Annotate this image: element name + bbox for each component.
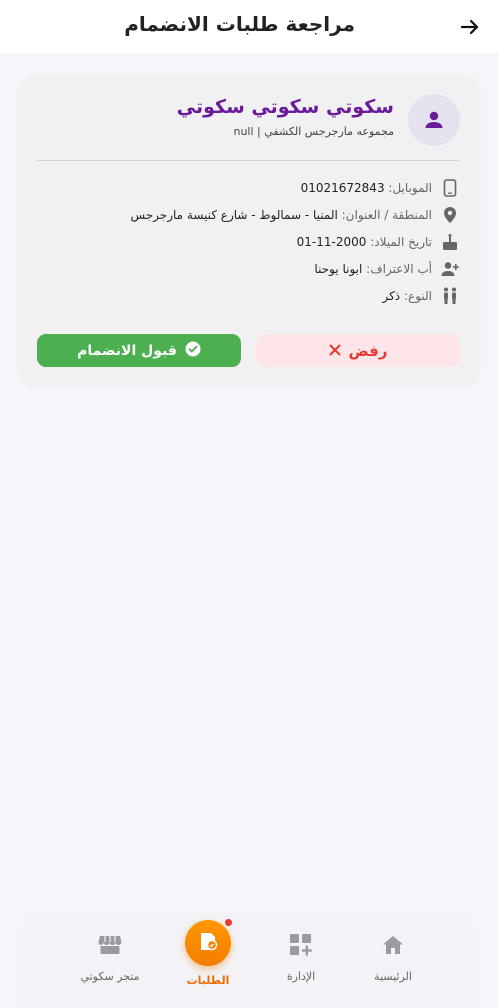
field-label: النوع: xyxy=(403,289,432,303)
phone-icon xyxy=(440,178,460,198)
nav-item-requests[interactable]: الطلبات xyxy=(163,912,253,1002)
field-confession-father: أب الاعتراف: ابونا يوحنا xyxy=(100,258,460,280)
field-value: 01021672843 xyxy=(300,181,385,195)
home-icon xyxy=(380,932,406,958)
requests-fab xyxy=(185,919,232,966)
close-icon xyxy=(329,342,341,360)
field-value: ذكر xyxy=(382,289,401,303)
nav-label: الإدارة xyxy=(286,970,316,983)
divider xyxy=(37,160,459,161)
field-gender: النوع: ذكر xyxy=(100,285,460,307)
field-birthdate: تاريخ الميلاد: 2000-11-01 xyxy=(100,231,460,253)
field-mobile: الموبايل: 01021672843 xyxy=(100,177,460,199)
reject-button[interactable]: رفض xyxy=(256,334,460,367)
nav-item-home[interactable]: الرئيسية xyxy=(348,912,438,1002)
field-value: 2000-11-01 xyxy=(296,235,367,249)
reject-label: رفض xyxy=(348,341,388,360)
check-circle-icon xyxy=(185,341,201,361)
cake-icon xyxy=(440,232,460,252)
avatar xyxy=(408,94,460,146)
back-arrow-icon[interactable] xyxy=(458,15,482,39)
nav-item-admin[interactable]: الإدارة xyxy=(256,912,346,1002)
person-icon xyxy=(425,111,443,128)
people-icon xyxy=(440,286,460,306)
field-value: المنيا - سمالوط - شارع كنيسة مارجرجس xyxy=(130,208,338,222)
field-label: تاريخ الميلاد: xyxy=(370,235,432,249)
location-pin-icon xyxy=(440,205,460,225)
person-add-icon xyxy=(440,259,460,279)
requests-icon xyxy=(197,930,219,956)
accept-label: قبول الانضمام xyxy=(77,342,177,359)
nav-label: الطلبات xyxy=(186,974,230,987)
store-icon xyxy=(97,932,123,958)
page-title: مراجعة طلبات الانضمام xyxy=(124,12,355,36)
field-label: المنطقة / العنوان: xyxy=(341,208,432,222)
accept-button[interactable]: قبول الانضمام xyxy=(37,334,241,367)
field-label: الموبايل: xyxy=(388,181,432,195)
dashboard-add-icon xyxy=(288,932,314,958)
bottom-navigation: الرئيسية الإدارة الطلبات متجر سكوتي xyxy=(22,912,474,1008)
member-group: مجموعه مارجرجس الكشفي | null xyxy=(233,125,394,138)
member-name: سكوتي سكوتي سكوتي xyxy=(176,96,394,118)
join-request-card: سكوتي سكوتي سكوتي مجموعه مارجرجس الكشفي … xyxy=(18,74,480,386)
field-value: ابونا يوحنا xyxy=(314,262,363,276)
field-label: أب الاعتراف: xyxy=(366,262,432,276)
field-address: المنطقة / العنوان: المنيا - سمالوط - شار… xyxy=(100,204,460,226)
nav-label: الرئيسية xyxy=(374,970,412,983)
notification-dot xyxy=(225,919,232,926)
nav-item-store[interactable]: متجر سكوتي xyxy=(65,912,155,1002)
nav-label: متجر سكوتي xyxy=(80,970,140,983)
app-bar: مراجعة طلبات الانضمام xyxy=(0,0,498,53)
